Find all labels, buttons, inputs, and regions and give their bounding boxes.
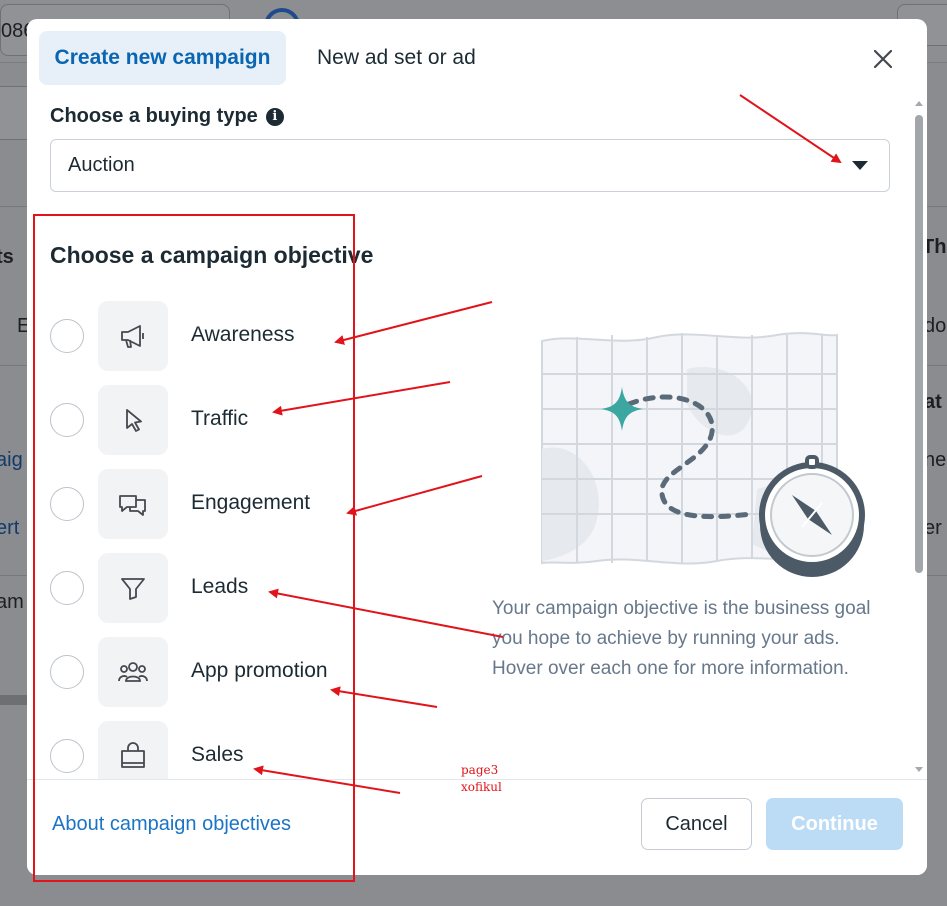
buying-type-label: Choose a buying type i: [50, 105, 284, 128]
background-scrollbar: [0, 695, 30, 705]
map-compass-illustration: [541, 332, 865, 577]
tab-label: New ad set or ad: [317, 46, 476, 69]
background-text: ts: [0, 246, 14, 268]
annotation-highlight-box: [33, 214, 355, 882]
cancel-button[interactable]: Cancel: [641, 798, 752, 850]
tab-create-new-campaign[interactable]: Create new campaign: [39, 31, 286, 85]
tab-new-ad-set-or-ad[interactable]: New ad set or ad: [317, 31, 476, 85]
background-text: do: [924, 315, 947, 337]
dropdown-caret-icon: [852, 161, 868, 170]
background-text: nes: [924, 449, 947, 471]
info-icon[interactable]: i: [265, 107, 284, 126]
background-link: ert: [0, 517, 20, 539]
scrollbar-thumb[interactable]: [915, 115, 923, 573]
background-link: aig: [0, 449, 23, 471]
scroll-down-arrow-icon[interactable]: [915, 767, 923, 772]
scroll-up-arrow-icon[interactable]: [915, 101, 923, 106]
buying-type-value: Auction: [68, 154, 135, 176]
tab-label: Create new campaign: [54, 46, 271, 69]
close-button[interactable]: [865, 41, 901, 77]
buying-type-select[interactable]: Auction: [50, 139, 890, 192]
background-text: am: [0, 591, 24, 613]
objective-description: Your campaign objective is the business …: [492, 598, 871, 679]
continue-button[interactable]: Continue: [766, 798, 903, 850]
close-icon: [874, 50, 892, 68]
annotation-note: page3 xofikul: [461, 763, 502, 794]
